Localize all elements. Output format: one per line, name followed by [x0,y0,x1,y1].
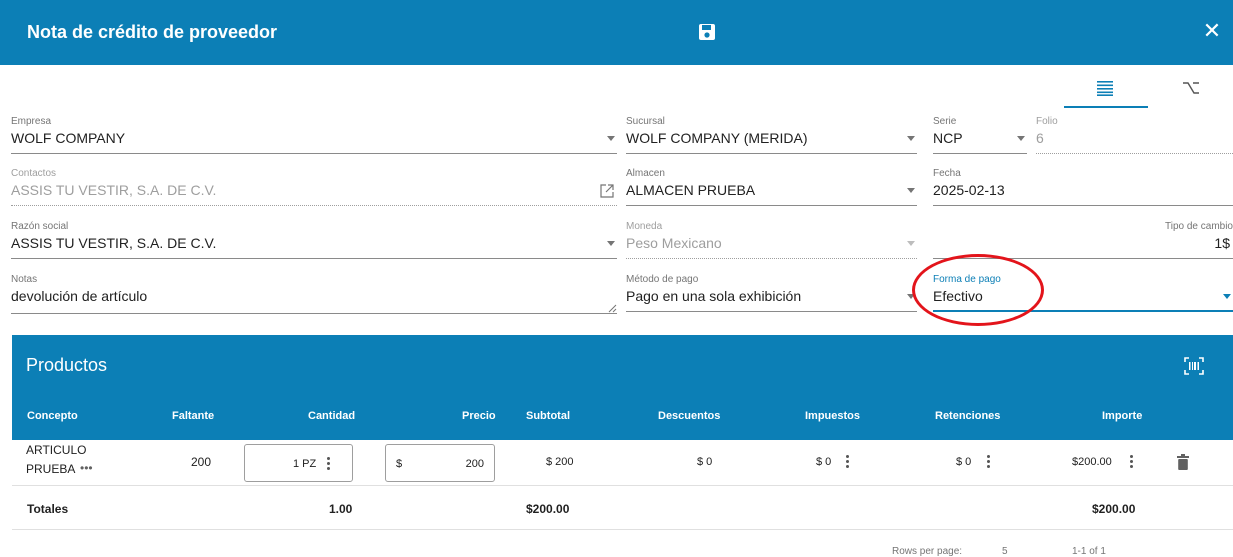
moneda-label: Moneda [626,221,663,232]
rows-per-page-label: Rows per page: [892,546,963,557]
tipo-cambio-label: Tipo de cambio [1165,221,1233,232]
folio-value: 6 [1036,130,1044,146]
almacen-label: Almacen [626,168,665,179]
contactos-value: ASSIS TU VESTIR, S.A. DE C.V. [11,182,217,198]
sucursal-label: Sucursal [626,116,665,127]
open-external-icon[interactable] [600,184,614,198]
forma-pago-field[interactable]: Forma de pago Efectivo [933,274,1233,314]
totales-importe: $200.00 [1092,502,1136,516]
empresa-value: WOLF COMPANY [11,130,126,146]
empresa-field[interactable]: Empresa WOLF COMPANY [11,116,617,156]
metodo-pago-label: Método de pago [626,274,699,285]
metodo-pago-value: Pago en una sola exhibición [626,288,802,304]
kebab-menu-icon[interactable] [1130,455,1134,469]
productos-header: Productos Concepto Faltante Cantidad Pre… [12,335,1233,440]
resize-handle-icon[interactable] [608,304,617,313]
productos-panel: Productos Concepto Faltante Cantidad Pre… [12,335,1233,557]
dialog-title: Nota de crédito de proveedor [27,22,278,42]
precio-value: 200 [465,458,484,470]
folio-label: Folio [1036,116,1058,127]
razon-social-field[interactable]: Razón social ASSIS TU VESTIR, S.A. DE C.… [11,221,617,261]
cantidad-value: 1 PZ [293,458,317,470]
option-key-icon [1183,82,1199,94]
totales-cantidad: 1.00 [329,502,353,516]
trash-icon[interactable] [1177,454,1189,470]
col-impuestos: Impuestos [805,410,861,422]
serie-value: NCP [933,130,963,146]
concepto-line2: PRUEBA [26,462,76,476]
subtotal-value: $ 200 [546,456,574,468]
impuestos-value: $ 0 [816,456,832,468]
chevron-down-icon [1223,294,1231,299]
contactos-field: Contactos ASSIS TU VESTIR, S.A. DE C.V. [11,168,617,208]
totals-row: Totales 1.00 $200.00 $200.00 [12,486,1233,530]
concepto-line1: ARTICULO [26,443,87,457]
forma-pago-label: Forma de pago [933,274,1001,285]
descuentos-value: $ 0 [697,456,713,468]
chevron-down-icon [607,136,615,141]
notas-label: Notas [11,274,38,285]
contactos-label: Contactos [11,168,57,179]
importe-value: $200.00 [1072,456,1112,468]
notas-value: devolución de artículo [11,288,148,304]
kebab-menu-icon[interactable] [846,455,850,469]
col-faltante: Faltante [172,410,215,422]
chevron-down-icon [907,294,915,299]
metodo-pago-field[interactable]: Método de pago Pago en una sola exhibici… [626,274,917,314]
chevron-down-icon [1017,136,1025,141]
tab-options-view[interactable] [1150,72,1233,108]
tipo-cambio-value: 1$ [1214,235,1230,251]
col-descuentos: Descuentos [658,410,721,422]
fecha-field[interactable]: Fecha 2025-02-13 [933,168,1233,208]
chevron-down-icon [907,241,915,246]
cantidad-input[interactable]: 1 PZ [244,444,353,482]
rows-per-page-select[interactable]: 5 [1002,546,1008,557]
precio-symbol: $ [396,458,403,470]
table-row: ARTICULO PRUEBA ••• 200 1 PZ $ 200 $ 200… [12,440,1233,486]
chevron-down-icon [907,136,915,141]
serie-label: Serie [933,116,957,127]
totales-subtotal: $200.00 [526,502,570,516]
precio-input[interactable]: $ 200 [385,444,495,482]
col-concepto: Concepto [27,410,78,422]
more-options-icon[interactable]: ••• [80,461,93,475]
save-icon[interactable] [697,22,717,42]
col-importe: Importe [1102,410,1143,422]
productos-title: Productos [26,355,108,375]
pagination-range: 1-1 of 1 [1072,546,1106,557]
chevron-down-icon [607,241,615,246]
tipo-cambio-field[interactable]: Tipo de cambio 1$ [933,221,1233,261]
totales-label: Totales [27,502,69,516]
list-icon [1097,81,1113,96]
close-button[interactable]: ✕ [1201,18,1223,44]
kebab-menu-icon[interactable] [987,455,991,469]
notas-field[interactable]: Notas devolución de artículo [11,274,617,316]
folio-field: Folio 6 [1036,116,1233,156]
dialog-header: Nota de crédito de proveedor ✕ [0,0,1233,65]
moneda-value: Peso Mexicano [626,235,722,251]
tab-list-view[interactable] [1064,72,1148,108]
razon-social-value: ASSIS TU VESTIR, S.A. DE C.V. [11,235,217,251]
sucursal-value: WOLF COMPANY (MERIDA) [626,130,808,146]
kebab-menu-icon[interactable] [327,457,331,471]
empresa-label: Empresa [11,116,52,127]
almacen-value: ALMACEN PRUEBA [626,182,756,198]
serie-field[interactable]: Serie NCP [933,116,1027,156]
almacen-field[interactable]: Almacen ALMACEN PRUEBA [626,168,917,208]
faltante-value: 200 [191,455,212,469]
razon-social-label: Razón social [11,221,69,232]
col-cantidad: Cantidad [308,410,356,422]
col-precio: Precio [462,410,496,422]
sucursal-field[interactable]: Sucursal WOLF COMPANY (MERIDA) [626,116,917,156]
fecha-label: Fecha [933,168,961,179]
col-subtotal: Subtotal [526,410,570,422]
fecha-value: 2025-02-13 [933,182,1005,198]
retenciones-value: $ 0 [956,456,972,468]
chevron-down-icon [907,188,915,193]
view-tabs [1064,72,1233,108]
barcode-scan-icon[interactable] [1184,357,1204,375]
col-retenciones: Retenciones [935,410,1001,422]
forma-pago-value[interactable]: Efectivo [933,288,983,304]
moneda-field: Moneda Peso Mexicano [626,221,917,261]
